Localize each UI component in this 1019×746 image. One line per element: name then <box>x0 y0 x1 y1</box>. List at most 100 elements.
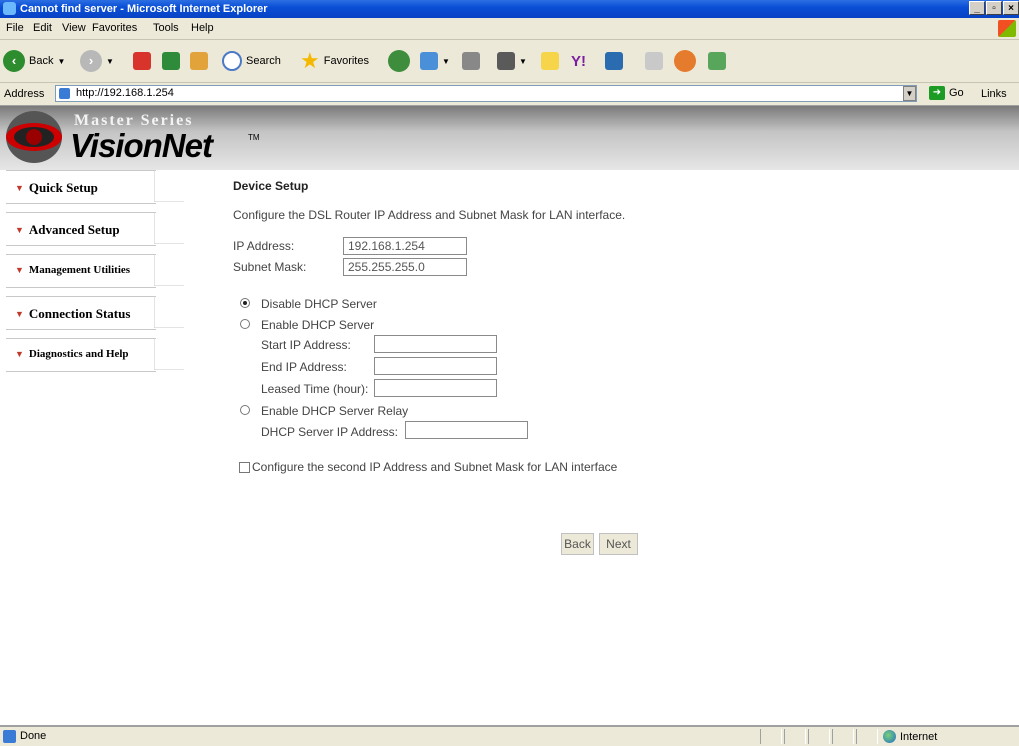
status-panel <box>808 729 830 744</box>
tab-slant-icon <box>154 296 184 328</box>
triangle-icon: ▼ <box>15 349 24 359</box>
links-button[interactable]: Links <box>981 88 1007 100</box>
start-ip-label: Start IP Address: <box>261 338 351 352</box>
menu-favorites[interactable]: Favorites <box>92 22 137 34</box>
edit-icon[interactable] <box>497 52 515 70</box>
back-dropdown-icon[interactable]: ▼ <box>57 57 65 66</box>
windows-logo-icon <box>998 20 1016 37</box>
disable-dhcp-radio[interactable] <box>240 298 250 308</box>
page-viewport: Master Series VisionNet TM ▼ Quick Setup … <box>0 106 1019 726</box>
go-button[interactable]: ➜ Go <box>929 86 964 100</box>
title-bar: Cannot find server - Microsoft Internet … <box>0 0 1019 18</box>
menu-tools[interactable]: Tools <box>153 22 179 34</box>
minimize-button[interactable]: _ <box>969 1 985 15</box>
page-icon <box>59 88 70 99</box>
messenger-icon[interactable] <box>645 52 663 70</box>
start-ip-input[interactable] <box>374 335 497 353</box>
nav-diagnostics-help[interactable]: ▼ Diagnostics and Help <box>6 338 184 372</box>
tab-slant-icon <box>154 170 184 202</box>
favorites-button[interactable]: ★ Favorites <box>300 48 369 73</box>
print-icon[interactable] <box>462 52 480 70</box>
end-ip-input[interactable] <box>374 357 497 375</box>
discuss-icon[interactable] <box>541 52 559 70</box>
next-page-button[interactable]: Next <box>599 533 638 555</box>
standard-toolbar: ‹ Back ▼ › ▼ Search ★ Favorites ▼ ▼ Y! <box>0 40 1019 83</box>
close-button[interactable]: × <box>1003 1 1019 15</box>
menu-file[interactable]: File <box>6 22 24 34</box>
enable-dhcp-relay-label: Enable DHCP Server Relay <box>261 404 409 418</box>
back-button[interactable]: ‹ Back ▼ <box>3 49 65 73</box>
home-icon[interactable] <box>190 52 208 70</box>
research-icon[interactable] <box>605 52 623 70</box>
tab-slant-icon <box>154 338 184 370</box>
back-page-button[interactable]: Back <box>561 533 594 555</box>
address-label: Address <box>4 88 45 100</box>
enable-dhcp-radio[interactable] <box>240 319 250 329</box>
security-zone: Internet <box>883 730 937 743</box>
status-panel <box>832 729 854 744</box>
status-bar: Done Internet <box>0 726 1019 746</box>
enable-dhcp-label: Enable DHCP Server <box>261 318 375 332</box>
header-banner: Master Series VisionNet TM <box>0 106 1019 170</box>
internet-globe-icon <box>883 730 896 743</box>
forward-arrow-icon: › <box>80 50 102 72</box>
subnet-mask-input[interactable]: 255.255.255.0 <box>343 258 467 276</box>
menu-help[interactable]: Help <box>191 22 214 34</box>
leased-time-label: Leased Time (hour): <box>261 382 369 396</box>
nav-management-utilities[interactable]: ▼ Management Utilities <box>6 254 184 288</box>
leased-time-input[interactable] <box>374 379 497 397</box>
status-panel <box>784 729 806 744</box>
go-arrow-icon: ➜ <box>929 86 945 100</box>
page-done-icon <box>3 730 16 743</box>
nav-connection-status[interactable]: ▼ Connection Status <box>6 296 184 330</box>
subnet-mask-label: Subnet Mask: <box>233 260 307 274</box>
maximize-button[interactable]: ▫ <box>986 1 1002 15</box>
edit-dropdown-icon[interactable]: ▼ <box>519 57 527 66</box>
contacts-icon[interactable] <box>708 52 726 70</box>
tab-slant-icon <box>154 254 184 286</box>
back-arrow-icon: ‹ <box>3 50 25 72</box>
enable-dhcp-relay-radio[interactable] <box>240 405 250 415</box>
status-panel <box>760 729 782 744</box>
search-icon <box>222 51 242 71</box>
visionnet-eye-logo-icon <box>6 111 62 163</box>
address-input[interactable]: http://192.168.1.254 <box>55 85 917 102</box>
menu-edit[interactable]: Edit <box>33 22 52 34</box>
star-icon: ★ <box>300 48 320 73</box>
ie-icon <box>3 2 16 15</box>
nav-advanced-setup[interactable]: ▼ Advanced Setup <box>6 212 184 246</box>
window-title: Cannot find server - Microsoft Internet … <box>20 3 268 15</box>
smiley-icon[interactable] <box>674 50 696 72</box>
triangle-icon: ▼ <box>15 265 24 275</box>
triangle-icon: ▼ <box>15 309 24 319</box>
disable-dhcp-label: Disable DHCP Server <box>261 297 377 311</box>
refresh-icon[interactable] <box>162 52 180 70</box>
ip-address-input[interactable]: 192.168.1.254 <box>343 237 467 255</box>
menu-view[interactable]: View <box>62 22 86 34</box>
triangle-icon: ▼ <box>15 183 24 193</box>
address-bar: Address http://192.168.1.254 ▼ ➜ Go Link… <box>0 83 1019 106</box>
status-panel <box>856 729 878 744</box>
search-button[interactable]: Search <box>222 49 281 73</box>
forward-dropdown-icon[interactable]: ▼ <box>106 57 114 66</box>
yahoo-icon[interactable]: Y! <box>571 53 586 70</box>
mail-dropdown-icon[interactable]: ▼ <box>442 57 450 66</box>
second-ip-checkbox[interactable] <box>239 462 250 473</box>
dhcp-server-ip-label: DHCP Server IP Address: <box>261 425 398 439</box>
ip-address-label: IP Address: <box>233 239 295 253</box>
end-ip-label: End IP Address: <box>261 360 347 374</box>
status-text: Done <box>20 730 47 742</box>
second-ip-label: Configure the second IP Address and Subn… <box>252 460 618 474</box>
dhcp-server-ip-input[interactable] <box>405 421 528 439</box>
stop-icon[interactable] <box>133 52 151 70</box>
mail-icon[interactable] <box>420 52 438 70</box>
menu-bar: File Edit View Favorites Tools Help <box>0 18 1019 40</box>
triangle-icon: ▼ <box>15 225 24 235</box>
page-description: Configure the DSL Router IP Address and … <box>233 208 626 222</box>
media-icon[interactable] <box>388 50 410 72</box>
nav-quick-setup[interactable]: ▼ Quick Setup <box>6 170 184 204</box>
address-dropdown-icon[interactable]: ▼ <box>903 86 916 101</box>
page-title: Device Setup <box>233 179 309 193</box>
forward-button[interactable]: › ▼ <box>80 49 114 73</box>
logo-title: VisionNet <box>70 127 213 164</box>
